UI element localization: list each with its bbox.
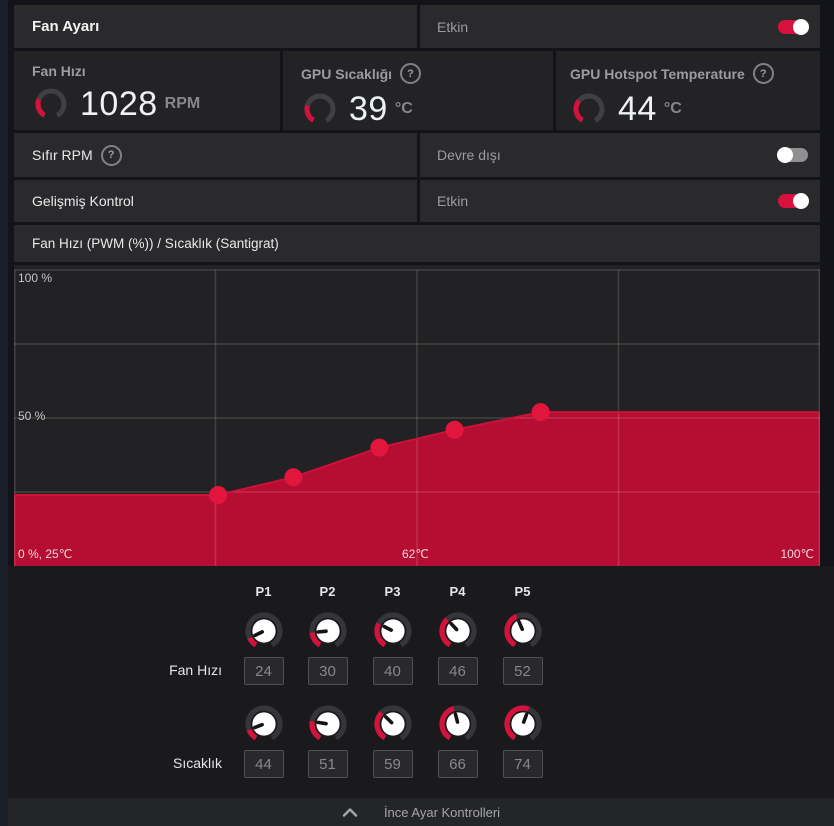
- curve-point-P1[interactable]: [209, 486, 228, 504]
- advanced-control-label-panel: Gelişmiş Kontrol: [14, 180, 417, 222]
- gpu-hotspot-gauge-icon: [570, 90, 608, 128]
- fan-value-input-P3-wrap: [360, 657, 425, 685]
- temp-value-input-P3[interactable]: [372, 750, 413, 778]
- fan-setting-toggle[interactable]: [778, 18, 809, 35]
- temp-value-input-P2-wrap: [295, 750, 360, 778]
- gpu-hotspot-label: GPU Hotspot Temperature: [570, 65, 745, 82]
- gpu-hotspot-unit: °C: [663, 100, 682, 117]
- zero-rpm-label: Sıfır RPM: [32, 147, 93, 163]
- zero-rpm-status: Devre dışı: [437, 147, 501, 163]
- fan-setting-header-panel: Fan Ayarı: [14, 5, 417, 48]
- temp-value-input-P4[interactable]: [437, 750, 478, 778]
- gpu-temp-unit: °C: [394, 100, 413, 117]
- gpu-temp-metric-cell: GPU Sıcaklığı ? 39 °C: [283, 51, 553, 130]
- advanced-control-toggle-panel: Etkin: [420, 180, 820, 222]
- help-icon[interactable]: ?: [752, 63, 774, 84]
- point-label-P2: P2: [319, 584, 336, 599]
- temp-value-input-P3-wrap: [360, 750, 425, 778]
- fan-knob-P3[interactable]: [360, 609, 425, 653]
- temp-value-input-P5-wrap: [490, 750, 555, 778]
- fan-value-input-P2-wrap: [295, 657, 360, 685]
- fan-speed-unit: RPM: [164, 95, 201, 112]
- fan-speed-value: 1028: [80, 85, 158, 123]
- toggle-knob: [793, 18, 809, 35]
- fan-curve-svg: [14, 269, 820, 566]
- fan-speed-metric-cell: Fan Hızı 1028 RPM: [14, 51, 280, 130]
- point-label-P1: P1: [255, 584, 272, 599]
- fan-row-label: Fan Hızı: [169, 662, 222, 678]
- fan-value-input-P4[interactable]: [437, 657, 478, 685]
- fine-tuning-controls: Fan Hızı Sıcaklık P1 P2 P3 P4: [8, 566, 834, 798]
- fine-tuning-collapse-button[interactable]: İnce Ayar Kontrolleri: [8, 798, 834, 826]
- gpu-temp-gauge-icon: [301, 90, 339, 128]
- advanced-control-status: Etkin: [437, 193, 469, 209]
- point-label-P5: P5: [514, 584, 531, 599]
- help-icon[interactable]: ?: [100, 144, 122, 166]
- left-edge-strip: [0, 0, 8, 826]
- temp-value-input-P1-wrap: [231, 750, 296, 778]
- chart-title-panel: Fan Hızı (PWM (%)) / Sıcaklık (Santigrat…: [14, 225, 820, 262]
- fan-value-input-P3[interactable]: [372, 657, 413, 685]
- temp-value-input-P1[interactable]: [243, 750, 284, 778]
- curve-point-P2[interactable]: [284, 468, 303, 487]
- temp-value-input-P2[interactable]: [307, 750, 348, 778]
- temp-knob-P4[interactable]: [425, 702, 490, 746]
- point-label-P4: P4: [449, 584, 466, 599]
- fan-value-input-P2[interactable]: [307, 657, 348, 685]
- fan-setting-status: Etkin: [437, 18, 469, 35]
- fan-value-input-P5[interactable]: [502, 657, 543, 685]
- fan-knob-P5[interactable]: [490, 609, 555, 653]
- temp-knob-P1[interactable]: [231, 702, 296, 746]
- toggle-knob: [793, 193, 809, 209]
- zero-rpm-toggle[interactable]: [777, 147, 808, 163]
- curve-point-P5[interactable]: [531, 403, 550, 422]
- advanced-control-toggle[interactable]: [778, 193, 809, 209]
- temp-knob-P3[interactable]: [360, 702, 425, 746]
- zero-rpm-label-panel: Sıfır RPM ?: [14, 133, 417, 177]
- help-icon[interactable]: ?: [400, 63, 422, 84]
- fan-speed-label: Fan Hızı: [32, 63, 86, 79]
- temp-knob-P2[interactable]: [295, 702, 360, 746]
- point-label-P3: P3: [384, 584, 401, 599]
- fan-setting-toggle-panel: Etkin: [420, 5, 820, 48]
- curve-point-P3[interactable]: [370, 438, 389, 457]
- fan-knob-P4[interactable]: [425, 609, 490, 653]
- temp-row-label: Sıcaklık: [172, 755, 222, 771]
- gpu-hotspot-value: 44: [618, 90, 657, 128]
- gpu-temp-label: GPU Sıcaklığı: [301, 65, 393, 82]
- chart-title: Fan Hızı (PWM (%)) / Sıcaklık (Santigrat…: [32, 236, 279, 251]
- fan-knob-P2[interactable]: [295, 609, 360, 653]
- curve-point-P4[interactable]: [445, 420, 464, 439]
- footer-label: İnce Ayar Kontrolleri: [383, 804, 501, 820]
- toggle-knob: [777, 147, 793, 163]
- fan-knob-P1[interactable]: [231, 609, 296, 653]
- page-title: Fan Ayarı: [32, 18, 100, 35]
- fan-value-input-P5-wrap: [490, 657, 555, 685]
- fan-curve-chart[interactable]: 100 % 50 % 0 %, 25℃ 62℃ 100℃: [14, 265, 820, 566]
- fan-value-input-P4-wrap: [425, 657, 490, 685]
- temp-knob-P5[interactable]: [490, 702, 555, 746]
- gpu-temp-value: 39: [349, 90, 388, 128]
- fan-value-input-P1[interactable]: [243, 657, 284, 685]
- fan-speed-gauge-icon: [32, 85, 70, 123]
- advanced-control-label: Gelişmiş Kontrol: [32, 193, 134, 209]
- fan-value-input-P1-wrap: [231, 657, 296, 685]
- chevron-up-icon: [342, 807, 358, 817]
- temp-value-input-P4-wrap: [425, 750, 490, 778]
- temp-value-input-P5[interactable]: [502, 750, 543, 778]
- zero-rpm-toggle-panel: Devre dışı: [420, 133, 820, 177]
- gpu-hotspot-metric-cell: GPU Hotspot Temperature ? 44 °C: [556, 51, 820, 130]
